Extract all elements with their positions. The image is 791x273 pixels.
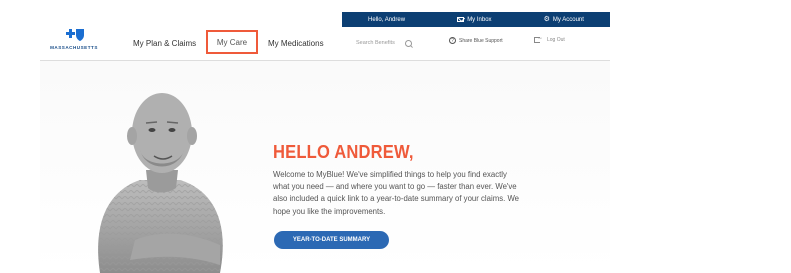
hero-section: HELLO ANDREW, Welcome to MyBlue! We've s… (40, 61, 610, 273)
inbox-link[interactable]: My Inbox (457, 16, 492, 23)
search-box[interactable]: Search Benefits (356, 37, 412, 49)
search-placeholder: Search Benefits (356, 40, 395, 46)
hero-greeting: HELLO ANDREW, (273, 142, 414, 162)
nav-my-care[interactable]: My Care (206, 30, 258, 54)
search-icon[interactable] (404, 39, 412, 47)
inbox-label: My Inbox (467, 16, 492, 23)
user-greeting: Hello, Andrew (368, 16, 406, 23)
nav-my-medications[interactable]: My Medications (268, 27, 324, 60)
logout-label: Log Out (547, 37, 565, 43)
cross-shield-logo-icon (66, 29, 84, 41)
account-label: My Account (552, 16, 584, 23)
account-link[interactable]: ⚙ My Account (544, 16, 584, 23)
account-icon: ⚙ (543, 16, 550, 23)
hero-message: Welcome to MyBlue! We've simplified thin… (273, 170, 519, 216)
support-label: Share Blue Support (459, 37, 503, 44)
utility-bar: Hello, Andrew My Inbox ⚙ My Account (342, 12, 610, 27)
mail-icon (457, 17, 465, 22)
support-link[interactable]: ? Share Blue Support (449, 37, 503, 44)
logout-link[interactable]: Log Out (534, 35, 565, 43)
page-frame: Hello, Andrew My Inbox ⚙ My Account MASS… (40, 12, 610, 273)
year-to-date-summary-button[interactable]: YEAR-TO-DATE SUMMARY (274, 231, 389, 249)
main-header: MASSACHUSETTS My Plan & Claims My Care M… (40, 27, 610, 60)
brand-logo[interactable]: MASSACHUSETTS (46, 28, 102, 56)
nav-my-plan-claims[interactable]: My Plan & Claims (133, 27, 196, 60)
logout-icon (534, 35, 543, 43)
help-icon: ? (449, 37, 456, 44)
member-photo (98, 93, 223, 273)
brand-name: MASSACHUSETTS (50, 45, 98, 50)
